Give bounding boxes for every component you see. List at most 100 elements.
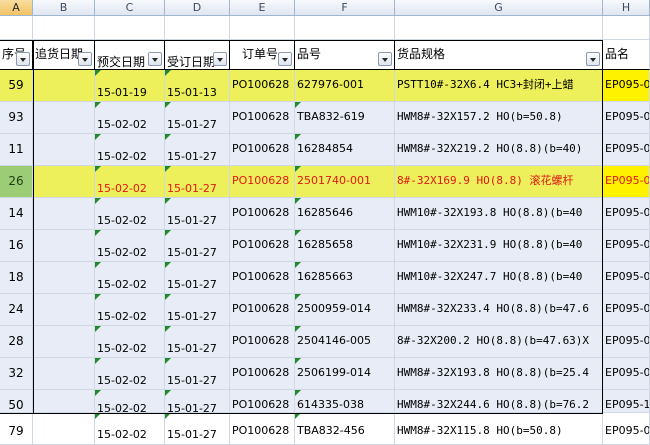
header-part-spec[interactable]: 货品规格 [395,40,603,70]
table-cell[interactable]: 15-01-27 [165,198,230,230]
table-cell[interactable]: 15-02-02 [95,198,165,230]
table-cell[interactable]: 15-01-27 [165,390,230,413]
row-seq-cell[interactable]: 11 [0,134,33,166]
table-cell[interactable] [33,390,95,413]
column-header-e[interactable]: E [230,0,295,16]
table-cell[interactable]: 15-01-13 [165,70,230,102]
table-cell[interactable]: EP095-03 [603,262,650,294]
header-order-no[interactable]: 订单号 [230,40,295,70]
column-header-c[interactable]: C [95,0,165,16]
table-cell[interactable]: EP095-03 [603,134,650,166]
header-part-no[interactable]: 品号 [295,40,395,70]
table-cell[interactable]: EP095-03 [603,294,650,326]
table-cell[interactable]: EP095-10 [603,390,650,413]
filter-dropdown-icon[interactable] [586,52,600,66]
table-cell[interactable]: PO100628 [230,198,295,230]
row-seq-cell[interactable]: 16 [0,230,33,262]
table-cell[interactable]: HWM10#-32X193.8 HO(8.8)(b=40 [395,198,603,230]
table-cell[interactable]: HWM10#-32X247.7 HO(8.8)(b=40 [395,262,603,294]
table-cell[interactable]: TBA832-456 [295,413,395,445]
row-seq-cell[interactable]: 26 [0,166,33,198]
table-cell[interactable]: EP095-02 [603,70,650,102]
blank-cell[interactable] [603,16,650,40]
column-header-h[interactable]: H [603,0,650,16]
table-cell[interactable]: 8#-32X200.2 HO(8.8)(b=47.63)X [395,326,603,358]
blank-cell[interactable] [295,16,395,40]
table-cell[interactable]: 16285663 [295,262,395,294]
table-cell[interactable]: 15-01-27 [165,294,230,326]
table-cell[interactable]: PO100628 [230,134,295,166]
row-seq-cell[interactable]: 93 [0,102,33,134]
table-cell[interactable]: PO100628 [230,262,295,294]
table-cell[interactable] [33,166,95,198]
header-expected-delivery-date[interactable]: 预交日期 [95,40,165,70]
table-cell[interactable]: 2500959-014 [295,294,395,326]
table-cell[interactable]: HWM10#-32X231.9 HO(8.8)(b=40 [395,230,603,262]
spreadsheet[interactable]: A B C D E F G H 序号 追货日期 预交日期 受订日期 订单号 品号 货品规格 品名 59 15-01… [0,0,650,445]
table-cell[interactable]: PO100628 [230,70,295,102]
filter-dropdown-icon[interactable] [278,52,292,66]
column-header-d[interactable]: D [165,0,230,16]
column-header-g[interactable]: G [395,0,603,16]
table-cell[interactable]: 15-02-02 [95,390,165,413]
blank-cell[interactable] [230,16,295,40]
table-cell[interactable]: 15-02-02 [95,326,165,358]
row-seq-cell[interactable]: 79 [0,413,33,445]
blank-cell[interactable] [0,16,33,40]
table-cell[interactable]: 16284854 [295,134,395,166]
row-seq-cell[interactable]: 59 [0,70,33,102]
table-cell[interactable]: 15-02-02 [95,294,165,326]
table-cell[interactable]: 2501740-001 [295,166,395,198]
row-seq-cell[interactable]: 14 [0,198,33,230]
table-cell[interactable] [33,70,95,102]
table-cell[interactable]: EP095-00 [603,326,650,358]
table-cell[interactable]: 15-02-02 [95,134,165,166]
table-cell[interactable]: 16285658 [295,230,395,262]
table-cell[interactable]: 15-01-27 [165,326,230,358]
table-cell[interactable] [33,230,95,262]
table-cell[interactable]: 15-02-02 [95,102,165,134]
table-cell[interactable]: HWM8#-32X233.4 HO(8.8)(b=47.6 [395,294,603,326]
table-cell[interactable]: EP095-00 [603,413,650,445]
table-cell[interactable]: 15-01-27 [165,230,230,262]
table-cell[interactable]: 15-02-02 [95,230,165,262]
row-seq-cell[interactable]: 32 [0,358,33,390]
table-cell[interactable] [33,326,95,358]
table-cell[interactable] [33,102,95,134]
table-cell[interactable]: HWM8#-32X219.2 HO(8.8)(b=40) [395,134,603,166]
table-cell[interactable]: 15-01-19 [95,70,165,102]
column-header-f[interactable]: F [295,0,395,16]
filter-dropdown-icon[interactable] [78,52,92,66]
table-cell[interactable]: 15-01-27 [165,102,230,134]
table-cell[interactable]: 15-02-02 [95,262,165,294]
table-cell[interactable]: PO100628 [230,413,295,445]
blank-cell[interactable] [33,16,95,40]
header-part-name[interactable]: 品名 [603,40,650,70]
column-header-a[interactable]: A [0,0,33,16]
table-cell[interactable] [33,358,95,390]
table-cell[interactable] [33,294,95,326]
table-cell[interactable]: PO100628 [230,230,295,262]
table-cell[interactable]: HWM8#-32X193.8 HO(8.8)(b=25.4 [395,358,603,390]
row-seq-cell[interactable]: 50 [0,390,33,413]
table-cell[interactable]: EP095-04 [603,166,650,198]
header-expedite-date[interactable]: 追货日期 [33,40,95,70]
table-cell[interactable]: 8#-32X169.9 HO(8.8) 滚花螺杆 [395,166,603,198]
table-cell[interactable]: HWM8#-32X244.6 HO(8.8)(b=76.2 [395,390,603,413]
table-cell[interactable]: 2504146-005 [295,326,395,358]
table-cell[interactable]: 15-02-02 [95,413,165,445]
table-cell[interactable]: 15-01-27 [165,166,230,198]
table-cell[interactable]: TBA832-619 [295,102,395,134]
table-cell[interactable]: PO100628 [230,326,295,358]
table-cell[interactable]: PSTT10#-32X6.4 HC3+封闭+上蜡 [395,70,603,102]
blank-cell[interactable] [95,16,165,40]
table-cell[interactable]: HWM8#-32X115.8 HO(b=50.8) [395,413,603,445]
table-cell[interactable]: PO100628 [230,102,295,134]
table-cell[interactable]: PO100628 [230,294,295,326]
table-cell[interactable]: 2506199-014 [295,358,395,390]
table-cell[interactable]: HWM8#-32X157.2 HO(b=50.8) [395,102,603,134]
table-cell[interactable]: 15-01-27 [165,413,230,445]
table-cell[interactable]: EP095-00 [603,102,650,134]
blank-cell[interactable] [165,16,230,40]
table-cell[interactable]: PO100628 [230,358,295,390]
